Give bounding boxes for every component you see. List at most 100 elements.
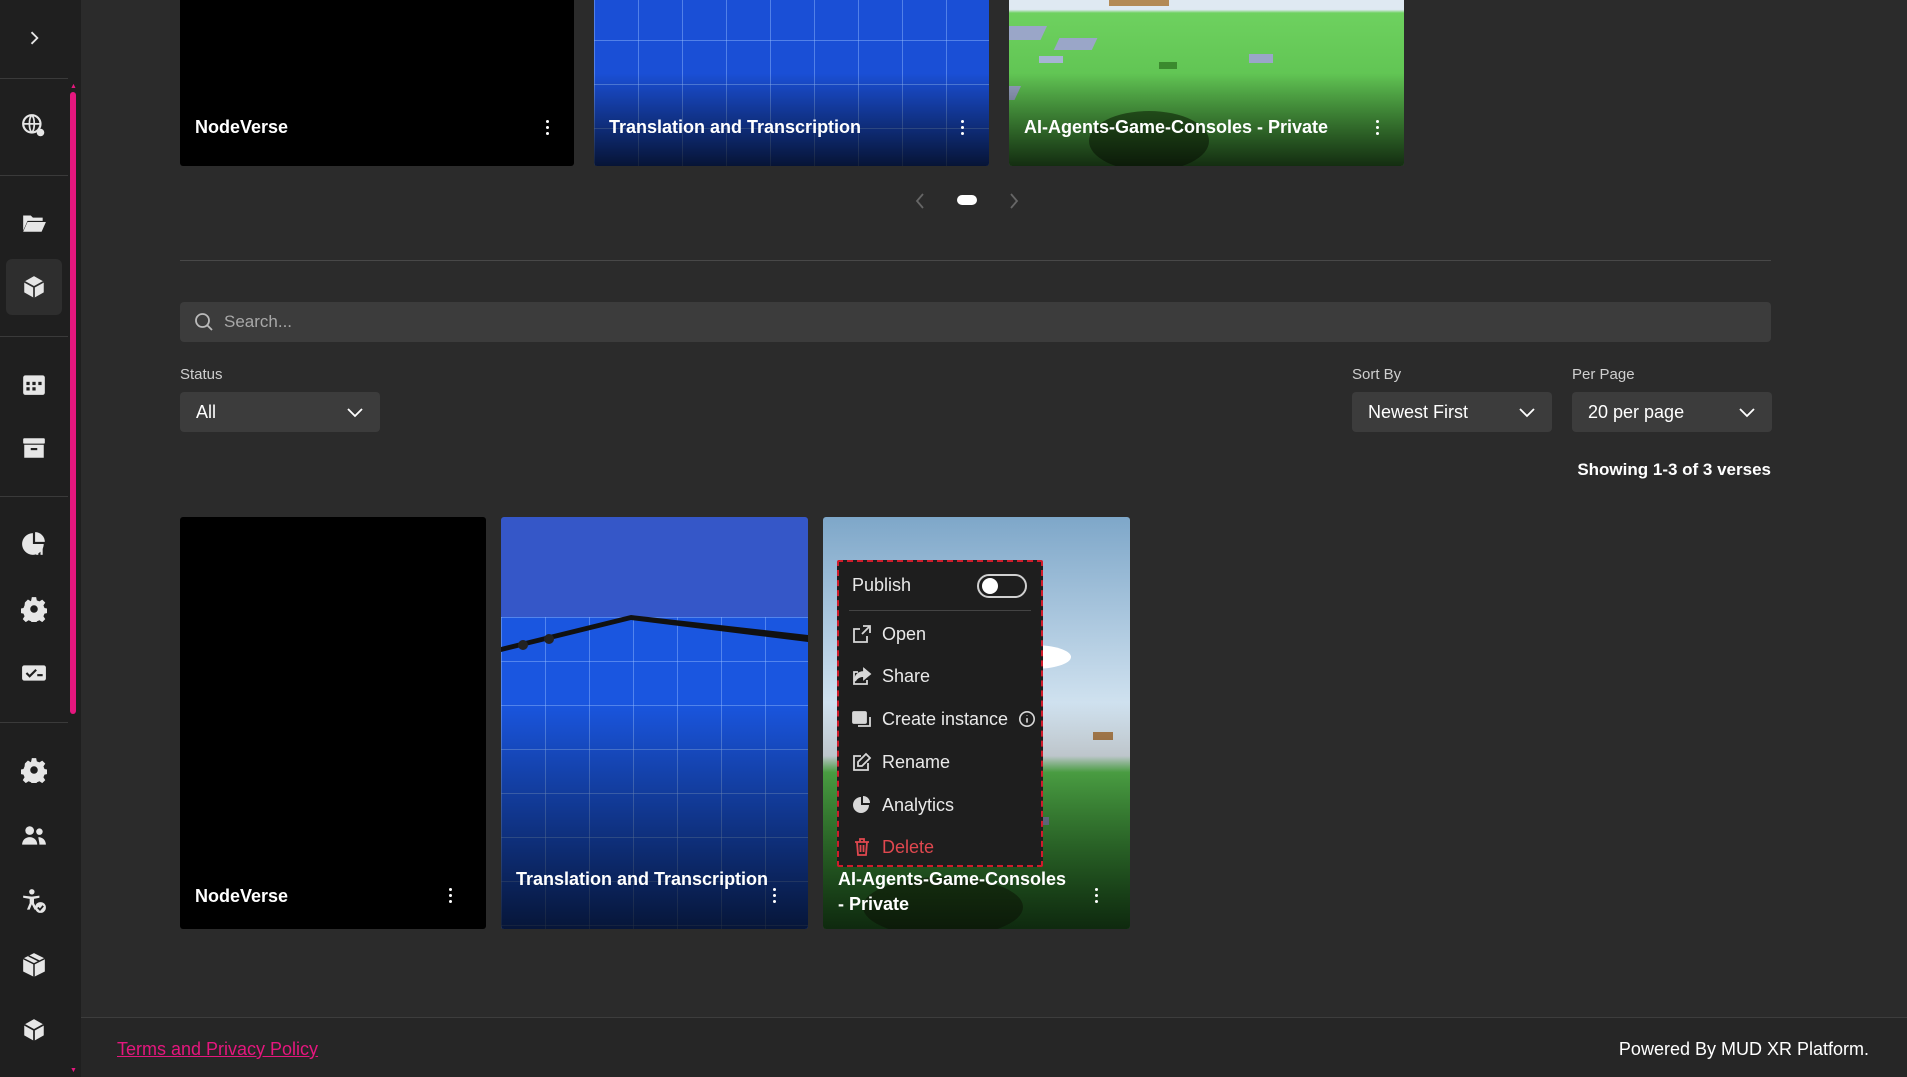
menu-item-label: Delete bbox=[882, 836, 935, 857]
sidebar-item-analytics[interactable] bbox=[6, 516, 62, 572]
sidebar-item-admin-settings[interactable] bbox=[6, 742, 62, 798]
cube-icon bbox=[23, 1019, 45, 1041]
menu-item-label: Create instance bbox=[882, 708, 1009, 729]
status-value: All bbox=[196, 401, 217, 422]
status-select[interactable]: All bbox=[180, 392, 380, 432]
sidebar: ▲ ▼ bbox=[0, 0, 81, 1077]
publish-toggle[interactable] bbox=[977, 574, 1027, 598]
footer: Terms and Privacy Policy Powered By MUD … bbox=[81, 1017, 1907, 1077]
info-icon[interactable] bbox=[1018, 710, 1036, 728]
menu-item-open[interactable]: Open bbox=[852, 619, 926, 649]
edit-icon bbox=[853, 752, 872, 771]
ticket-check-icon bbox=[22, 665, 46, 681]
chevron-right-icon[interactable] bbox=[1008, 192, 1020, 210]
card-gradient bbox=[501, 702, 808, 929]
sort-label: Sort By bbox=[1352, 366, 1402, 383]
boxes-icon bbox=[22, 953, 46, 977]
sidebar-item-files[interactable] bbox=[6, 194, 62, 250]
search-bar[interactable] bbox=[180, 302, 1771, 342]
per-page-label: Per Page bbox=[1572, 366, 1635, 383]
sidebar-divider bbox=[0, 722, 68, 723]
cube-icon bbox=[23, 276, 45, 298]
chevron-down-icon bbox=[347, 408, 363, 418]
menu-item-publish: Publish bbox=[852, 570, 911, 600]
search-input[interactable] bbox=[224, 312, 1724, 332]
sort-value: Newest First bbox=[1368, 401, 1469, 422]
calendar-icon bbox=[23, 375, 45, 395]
more-options-icon[interactable] bbox=[440, 883, 460, 907]
scroll-down-arrow[interactable]: ▼ bbox=[70, 1067, 77, 1074]
carousel-dot-active[interactable] bbox=[957, 195, 977, 205]
verse-card[interactable]: NodeVerse bbox=[180, 517, 486, 929]
sort-select[interactable]: Newest First bbox=[1352, 392, 1552, 432]
trash-icon bbox=[855, 838, 869, 856]
card-title: AI-Agents-Game-Consoles - Private bbox=[1024, 117, 1329, 137]
sidebar-divider bbox=[0, 496, 68, 497]
more-options-icon[interactable] bbox=[952, 115, 972, 139]
sidebar-item-accessibility[interactable] bbox=[6, 873, 62, 929]
sidebar-item-settings[interactable] bbox=[6, 581, 62, 637]
per-page-select[interactable]: 20 per page bbox=[1572, 392, 1772, 432]
sidebar-item-explore[interactable] bbox=[6, 98, 62, 154]
card-title: Translation and Transcription bbox=[609, 117, 862, 137]
sidebar-item-archive[interactable] bbox=[6, 420, 62, 476]
sidebar-item-users[interactable] bbox=[6, 808, 62, 864]
chart-pie-icon bbox=[22, 532, 45, 555]
person-check-icon bbox=[23, 889, 46, 913]
folder-open-icon bbox=[23, 215, 46, 232]
sidebar-divider bbox=[0, 336, 68, 337]
external-link-icon bbox=[853, 625, 871, 643]
chart-pie-icon bbox=[853, 796, 870, 813]
menu-item-label: Share bbox=[882, 665, 931, 686]
more-options-icon[interactable] bbox=[537, 115, 557, 139]
menu-item-delete[interactable]: Delete bbox=[852, 832, 934, 862]
menu-item-analytics[interactable]: Analytics bbox=[852, 790, 954, 820]
sidebar-item-verses[interactable] bbox=[6, 259, 62, 315]
status-label: Status bbox=[180, 366, 223, 383]
chevron-right-icon bbox=[30, 31, 39, 45]
sidebar-divider bbox=[0, 78, 68, 79]
menu-item-rename[interactable]: Rename bbox=[852, 747, 950, 777]
sidebar-item-cube[interactable] bbox=[6, 1002, 62, 1058]
powered-by-text: Powered By MUD XR Platform. bbox=[1618, 1039, 1869, 1059]
carousel-card[interactable]: NodeVerse bbox=[180, 0, 574, 166]
context-menu: Publish Open Share Create instance Renam… bbox=[837, 560, 1043, 867]
chevron-down-icon bbox=[1739, 408, 1755, 418]
menu-item-create-instance[interactable]: Create instance bbox=[852, 704, 1036, 734]
more-options-icon[interactable] bbox=[764, 883, 784, 907]
results-count: Showing 1-3 of 3 verses bbox=[1577, 460, 1771, 479]
card-title: NodeVerse bbox=[195, 117, 289, 137]
menu-item-label: Open bbox=[882, 623, 927, 644]
chevron-down-icon bbox=[1519, 408, 1535, 418]
publish-label: Publish bbox=[852, 574, 912, 595]
scrollbar-thumb[interactable] bbox=[70, 92, 76, 714]
chevron-left-icon[interactable] bbox=[914, 192, 926, 210]
card-title: NodeVerse bbox=[195, 886, 289, 906]
per-page-value: 20 per page bbox=[1588, 401, 1685, 422]
copy-instance-icon bbox=[852, 711, 871, 727]
scroll-up-arrow[interactable]: ▲ bbox=[70, 83, 77, 90]
terms-link[interactable]: Terms and Privacy Policy bbox=[117, 1039, 318, 1060]
share-icon bbox=[853, 667, 872, 685]
menu-item-label: Rename bbox=[882, 751, 951, 772]
sidebar-item-tickets[interactable] bbox=[6, 645, 62, 701]
globe-search-icon bbox=[22, 114, 45, 137]
more-options-icon[interactable] bbox=[1086, 883, 1106, 907]
menu-item-share[interactable]: Share bbox=[852, 661, 930, 691]
expand-sidebar-button[interactable] bbox=[6, 10, 62, 66]
archive-icon bbox=[23, 438, 45, 458]
menu-item-label: Analytics bbox=[882, 794, 955, 815]
search-icon bbox=[195, 313, 213, 331]
gear-icon bbox=[21, 758, 47, 783]
sidebar-item-calendar[interactable] bbox=[6, 356, 62, 412]
card-title: Translation and Transcription bbox=[516, 869, 769, 889]
card-title: AI-Agents-Game-Consoles - Private bbox=[838, 869, 1067, 914]
users-icon bbox=[22, 826, 46, 845]
sidebar-divider bbox=[0, 175, 68, 176]
carousel-card[interactable]: Translation and Transcription bbox=[594, 0, 989, 166]
carousel-card[interactable]: AI-Agents-Game-Consoles - Private bbox=[1009, 0, 1404, 166]
verse-card[interactable]: Translation and Transcription bbox=[501, 517, 808, 929]
more-options-icon[interactable] bbox=[1367, 115, 1387, 139]
sidebar-item-packages[interactable] bbox=[6, 937, 62, 993]
carousel-pagination bbox=[81, 189, 1907, 213]
